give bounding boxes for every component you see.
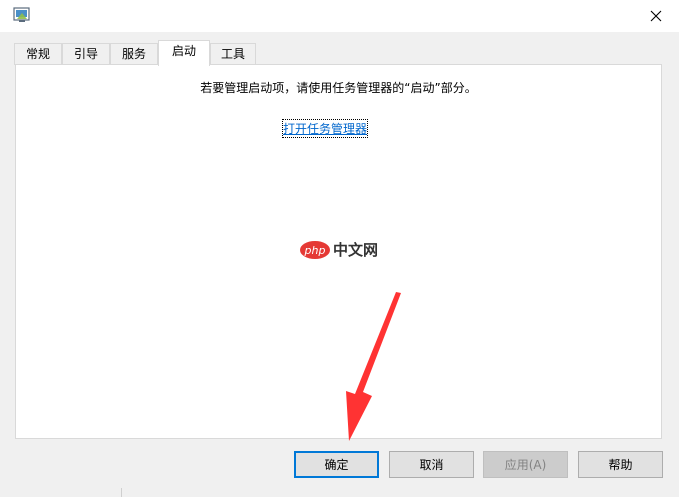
watermark-logo: php 中文网 bbox=[300, 239, 378, 260]
close-button[interactable] bbox=[633, 0, 679, 32]
cancel-button[interactable]: 取消 bbox=[389, 451, 474, 478]
divider bbox=[121, 488, 138, 497]
help-button[interactable]: 帮助 bbox=[578, 451, 663, 478]
close-icon bbox=[650, 10, 662, 22]
startup-message: 若要管理启动项，请使用任务管理器的“启动”部分。 bbox=[200, 81, 477, 95]
msconfig-icon bbox=[13, 7, 30, 22]
php-logo-icon: php bbox=[300, 240, 330, 259]
php-logo-text: php bbox=[304, 244, 326, 257]
open-task-manager-link[interactable]: 打开任务管理器 bbox=[281, 119, 369, 138]
tab-boot[interactable]: 引导 bbox=[62, 43, 110, 65]
tab-tools[interactable]: 工具 bbox=[210, 43, 256, 65]
tab-general[interactable]: 常规 bbox=[14, 43, 62, 65]
ok-button[interactable]: 确定 bbox=[294, 451, 379, 478]
tab-strip: 常规 引导 服务 启动 工具 bbox=[14, 40, 664, 66]
tab-services[interactable]: 服务 bbox=[110, 43, 158, 65]
apply-button[interactable]: 应用(A) bbox=[483, 451, 568, 478]
system-configuration-window: 常规 引导 服务 启动 工具 若要管理启动项，请使用任务管理器的“启动”部分。 … bbox=[0, 0, 679, 497]
title-bar[interactable] bbox=[0, 0, 679, 32]
tab-startup[interactable]: 启动 bbox=[158, 40, 210, 66]
bottom-strip bbox=[0, 488, 679, 497]
watermark-text: 中文网 bbox=[333, 241, 379, 259]
startup-panel: 若要管理启动项，请使用任务管理器的“启动”部分。 打开任务管理器 php 中文网 bbox=[15, 64, 662, 439]
